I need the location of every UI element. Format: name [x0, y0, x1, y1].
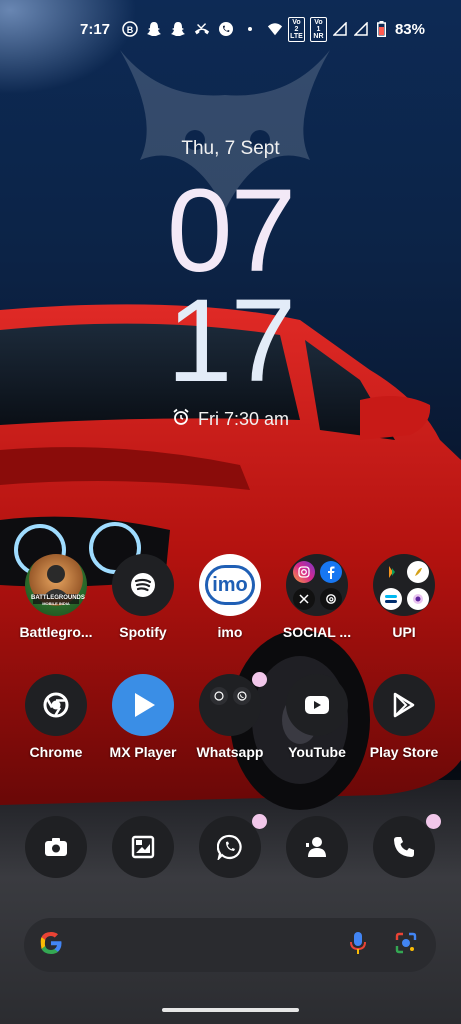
- alarm-text: Fri 7:30 am: [197, 409, 290, 429]
- status-time: 7:17: [80, 20, 111, 38]
- snapchat-icon: [146, 21, 162, 37]
- camera-icon: [25, 816, 87, 878]
- dot-icon: [242, 21, 258, 37]
- google-logo-icon[interactable]: [38, 930, 64, 961]
- threads-icon: [319, 587, 342, 610]
- wifi-icon: [267, 21, 283, 37]
- dock-gallery[interactable]: [97, 816, 189, 878]
- app-label: Whatsapp: [196, 744, 264, 760]
- clock-minute[interactable]: 17: [0, 282, 461, 400]
- play-store-icon: [373, 674, 435, 736]
- app-chrome[interactable]: Chrome: [10, 674, 102, 760]
- app-mx-player[interactable]: MX Player: [97, 674, 189, 760]
- x-twitter-icon: [292, 587, 315, 610]
- instagram-icon: [292, 560, 315, 583]
- mx-player-icon: [112, 674, 174, 736]
- app-whatsapp-folder[interactable]: Whatsapp: [184, 672, 276, 760]
- missed-call-icon: [194, 21, 210, 37]
- app-play-store[interactable]: Play Store: [358, 674, 450, 760]
- snapchat-icon-2: [170, 21, 186, 37]
- paytm-icon: [379, 587, 402, 610]
- app-label: Battlegro...: [19, 624, 93, 640]
- app-youtube[interactable]: YouTube: [271, 674, 363, 760]
- dock-whatsapp[interactable]: [184, 814, 276, 878]
- app-social-folder[interactable]: SOCIAL ...: [271, 554, 363, 640]
- upi-icon: [379, 560, 402, 583]
- app-label: Chrome: [29, 744, 83, 760]
- battlegrounds-icon: BATTLEGROUNDS MOBILE INDIA: [25, 554, 87, 616]
- app-label: Spotify: [119, 624, 167, 640]
- clock-hour[interactable]: 07: [0, 172, 461, 290]
- dock-camera[interactable]: [10, 816, 102, 878]
- whatsapp-status-icon: [218, 21, 234, 37]
- whatsapp-business-icon: [209, 687, 228, 705]
- google-lens-icon[interactable]: [394, 931, 418, 960]
- spotify-icon: [112, 554, 174, 616]
- svg-text:B: B: [127, 25, 134, 35]
- whatsapp-folder-icon: [199, 672, 267, 736]
- youtube-icon: [286, 674, 348, 736]
- battery-percent: 83%: [394, 20, 425, 38]
- imo-logo-text: imo: [212, 573, 248, 596]
- dock-contacts[interactable]: [271, 816, 363, 878]
- social-folder-icon: [286, 554, 348, 616]
- whatsapp-icon: [199, 814, 267, 878]
- signal-icon-1: [332, 21, 348, 37]
- alarm-row[interactable]: Fri 7:30 am: [0, 408, 461, 431]
- battlegrounds-subtitle: MOBILE INDIA: [42, 601, 70, 606]
- dock-phone[interactable]: [358, 814, 450, 878]
- b-notification-icon: B: [122, 21, 138, 37]
- volte-badge: Vo 2 LTE: [287, 16, 305, 42]
- notification-dot: [252, 814, 267, 829]
- phone-icon: [373, 814, 441, 878]
- upi-folder-icon: [373, 554, 435, 616]
- alarm-icon: [172, 408, 190, 431]
- vonr-badge: Vo 1 NR: [309, 16, 327, 42]
- whatsapp-mini-icon: [232, 687, 251, 705]
- notification-dot: [426, 814, 441, 829]
- app-spotify[interactable]: Spotify: [97, 554, 189, 640]
- app-label: imo: [217, 624, 243, 640]
- gesture-nav-handle[interactable]: [162, 1008, 299, 1012]
- contacts-icon: [286, 816, 348, 878]
- status-bar: 7:17 B Vo 2 LTE Vo 1 NR 83%: [0, 0, 461, 58]
- microphone-icon[interactable]: [350, 931, 366, 960]
- signal-icon-2: [353, 21, 369, 37]
- app-battlegrounds[interactable]: BATTLEGROUNDS MOBILE INDIA Battlegro...: [10, 554, 102, 640]
- app-imo[interactable]: imo imo: [184, 554, 276, 640]
- google-search-bar[interactable]: [24, 918, 436, 972]
- notification-dot: [252, 672, 267, 687]
- app-label: MX Player: [109, 744, 177, 760]
- phonepe-icon: [406, 587, 429, 610]
- app-label: YouTube: [288, 744, 346, 760]
- date-text[interactable]: Thu, 7 Sept: [0, 138, 461, 160]
- imo-icon: imo: [199, 554, 261, 616]
- app-label: Play Store: [369, 744, 439, 760]
- app-label: UPI: [392, 624, 416, 640]
- facebook-icon: [319, 560, 342, 583]
- gallery-icon: [112, 816, 174, 878]
- battery-icon: [374, 21, 390, 37]
- cred-icon: [406, 560, 429, 583]
- app-label: SOCIAL ...: [282, 624, 352, 640]
- chrome-icon: [25, 674, 87, 736]
- app-upi-folder[interactable]: UPI: [358, 554, 450, 640]
